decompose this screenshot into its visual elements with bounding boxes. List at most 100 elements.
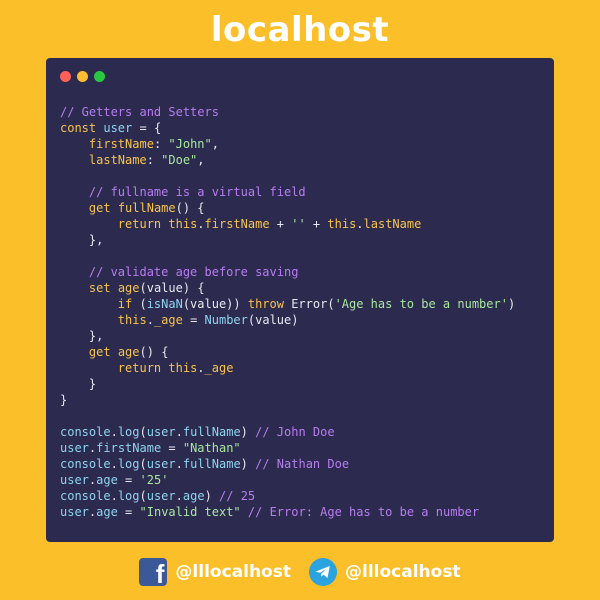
- code-token: user: [60, 473, 89, 487]
- code-line: return this._age: [60, 360, 515, 376]
- code-token: age: [182, 489, 205, 503]
- code-line: }: [60, 392, 515, 408]
- code-token: :: [153, 137, 169, 151]
- code-token: age: [96, 473, 118, 487]
- code-token: get: [88, 345, 111, 359]
- code-token: value: [146, 281, 183, 295]
- code-token: .: [110, 457, 118, 471]
- code-line: const user = {: [60, 120, 515, 136]
- code-line: user.age = '25': [60, 472, 515, 488]
- social-footer: f @lllocalhost @lllocalhost: [0, 556, 600, 588]
- code-token: firstName: [96, 441, 162, 455]
- code-token: +: [305, 217, 328, 231]
- code-token: this: [117, 313, 147, 327]
- code-token: },: [60, 329, 104, 343]
- code-line: }: [60, 376, 515, 392]
- code-token: .: [356, 217, 364, 231]
- maximize-dot[interactable]: [94, 71, 105, 82]
- code-token: firstName: [88, 137, 154, 151]
- code-token: // validate age before saving: [88, 265, 299, 279]
- code-line: return this.firstName + '' + this.lastNa…: [60, 216, 515, 232]
- code-token: ): [240, 425, 256, 439]
- minimize-dot[interactable]: [77, 71, 88, 82]
- code-token: // John Doe: [255, 425, 335, 439]
- code-line: user.age = "Invalid text" // Error: Age …: [60, 504, 515, 520]
- code-token: .: [110, 425, 118, 439]
- code-token: Number: [204, 313, 248, 327]
- code-token: = {: [132, 121, 162, 135]
- telegram-handle: @lllocalhost: [345, 562, 461, 582]
- code-token: // fullname is a virtual field: [88, 185, 306, 199]
- code-token: (: [139, 425, 147, 439]
- code-token: =: [182, 313, 205, 327]
- code-token: set: [88, 281, 111, 295]
- page-title: localhost: [210, 10, 390, 50]
- code-token: ,: [197, 153, 205, 167]
- code-token: throw: [247, 297, 284, 311]
- code-line: set age(value) {: [60, 280, 515, 296]
- code-token: ) {: [182, 281, 205, 295]
- code-token: log: [117, 489, 140, 503]
- code-token: :: [146, 153, 162, 167]
- code-token: =: [161, 441, 183, 455]
- code-token: fullName: [182, 425, 241, 439]
- code-token: user: [60, 441, 89, 455]
- code-token: =: [117, 473, 140, 487]
- code-token: =: [117, 505, 140, 519]
- code-token: this: [327, 217, 357, 231]
- close-dot[interactable]: [60, 71, 71, 82]
- code-token: (: [139, 457, 147, 471]
- facebook-link[interactable]: f @lllocalhost: [139, 558, 291, 586]
- code-token: // Nathan Doe: [255, 457, 350, 471]
- telegram-link[interactable]: @lllocalhost: [309, 558, 461, 586]
- code-line: user.firstName = "Nathan": [60, 440, 515, 456]
- code-token: console: [60, 457, 111, 471]
- code-token: age: [117, 281, 140, 295]
- code-token: // 25: [219, 489, 256, 503]
- code-line: },: [60, 328, 515, 344]
- code-token: ): [240, 457, 256, 471]
- code-line: console.log(user.fullName) // John Doe: [60, 424, 515, 440]
- code-token: fullName: [182, 457, 241, 471]
- code-token: (value)): [182, 297, 248, 311]
- code-token: this: [168, 361, 198, 375]
- code-line: },: [60, 232, 515, 248]
- code-token: .: [175, 489, 183, 503]
- code-line: get age() {: [60, 344, 515, 360]
- code-token: log: [117, 457, 140, 471]
- code-token: "Nathan": [182, 441, 241, 455]
- code-token: (value): [247, 313, 299, 327]
- code-token: isNaN: [146, 297, 183, 311]
- code-token: const: [60, 121, 97, 135]
- code-token: .: [197, 361, 205, 375]
- code-token: user: [103, 121, 133, 135]
- code-token: ): [204, 489, 220, 503]
- code-token: console: [60, 425, 111, 439]
- code-token: return: [117, 217, 162, 231]
- code-token: .: [197, 217, 205, 231]
- code-line: lastName: "Doe",: [60, 152, 515, 168]
- code-token: Error(: [283, 297, 335, 311]
- code-line: // fullname is a virtual field: [60, 184, 515, 200]
- code-line: console.log(user.age) // 25: [60, 488, 515, 504]
- code-token: .: [110, 489, 118, 503]
- code-token: user: [146, 489, 176, 503]
- code-token: _age: [204, 361, 234, 375]
- code-token: .: [146, 313, 154, 327]
- code-token: _age: [153, 313, 183, 327]
- code-token: // Getters and Setters: [60, 105, 219, 119]
- code-token: return: [117, 361, 162, 375]
